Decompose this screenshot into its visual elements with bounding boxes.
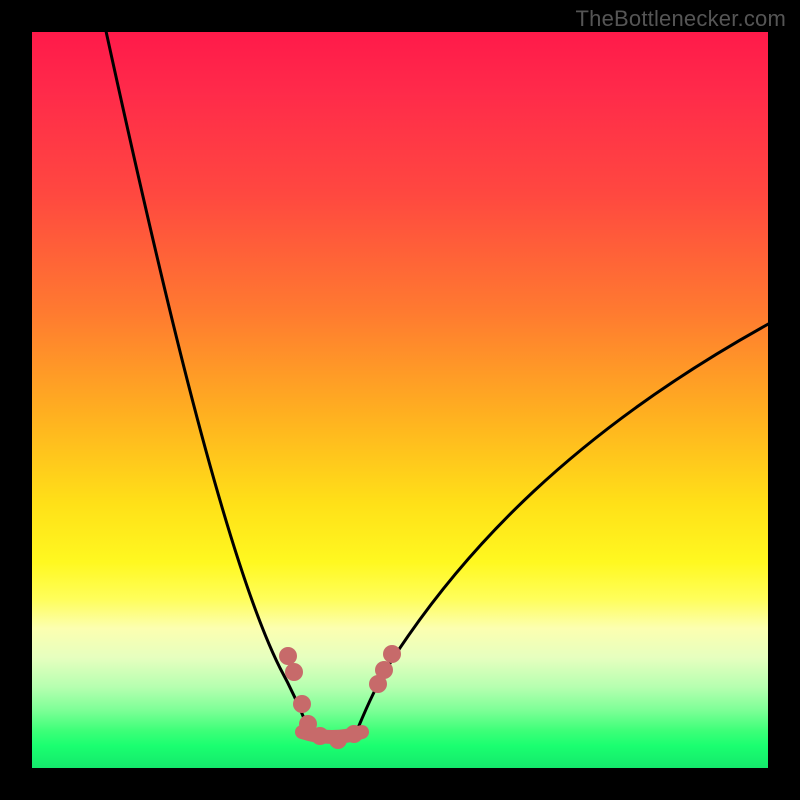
marker-dot xyxy=(279,647,297,665)
marker-dot xyxy=(311,727,329,745)
bottleneck-curve xyxy=(32,32,768,768)
attribution-label: TheBottlenecker.com xyxy=(576,6,786,32)
marker-dot xyxy=(345,725,363,743)
marker-dot xyxy=(375,661,393,679)
curve-right xyxy=(358,322,768,728)
plot-area xyxy=(32,32,768,768)
curve-left xyxy=(104,32,308,728)
marker-dot xyxy=(293,695,311,713)
marker-dot xyxy=(383,645,401,663)
chart-frame: TheBottlenecker.com xyxy=(0,0,800,800)
marker-dot xyxy=(285,663,303,681)
marker-dot xyxy=(329,731,347,749)
